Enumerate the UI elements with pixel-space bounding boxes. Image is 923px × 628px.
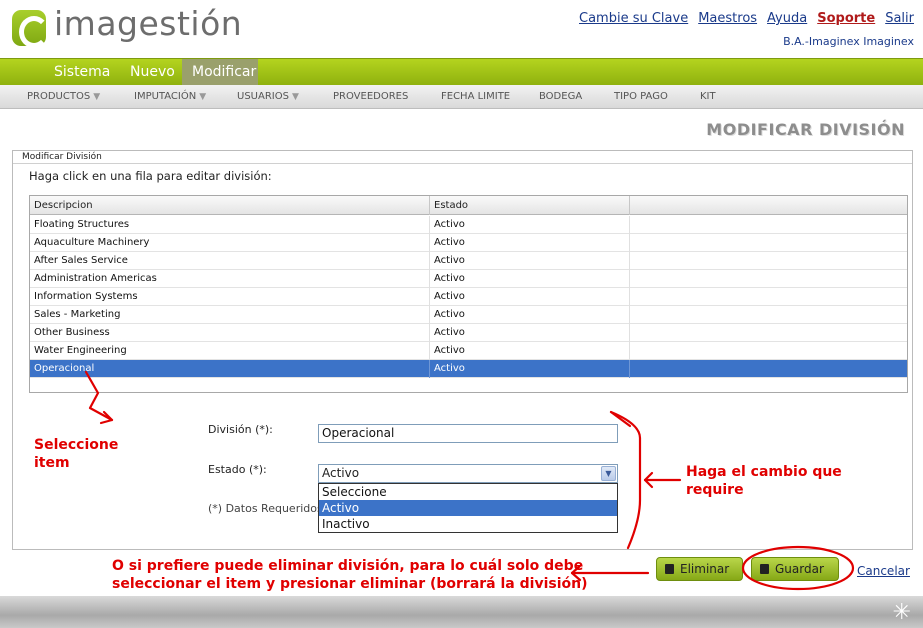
footer-bar: ✳: [0, 596, 923, 628]
annotation-arrows: [84, 370, 855, 591]
annotation-delete-note: O si prefiere puede eliminar división, p…: [110, 556, 587, 596]
sparkle-icon: ✳: [892, 600, 911, 625]
annotation-make-change: Haga el cambio que require: [686, 464, 842, 498]
annotation-select-item: Seleccione item: [34, 437, 119, 471]
